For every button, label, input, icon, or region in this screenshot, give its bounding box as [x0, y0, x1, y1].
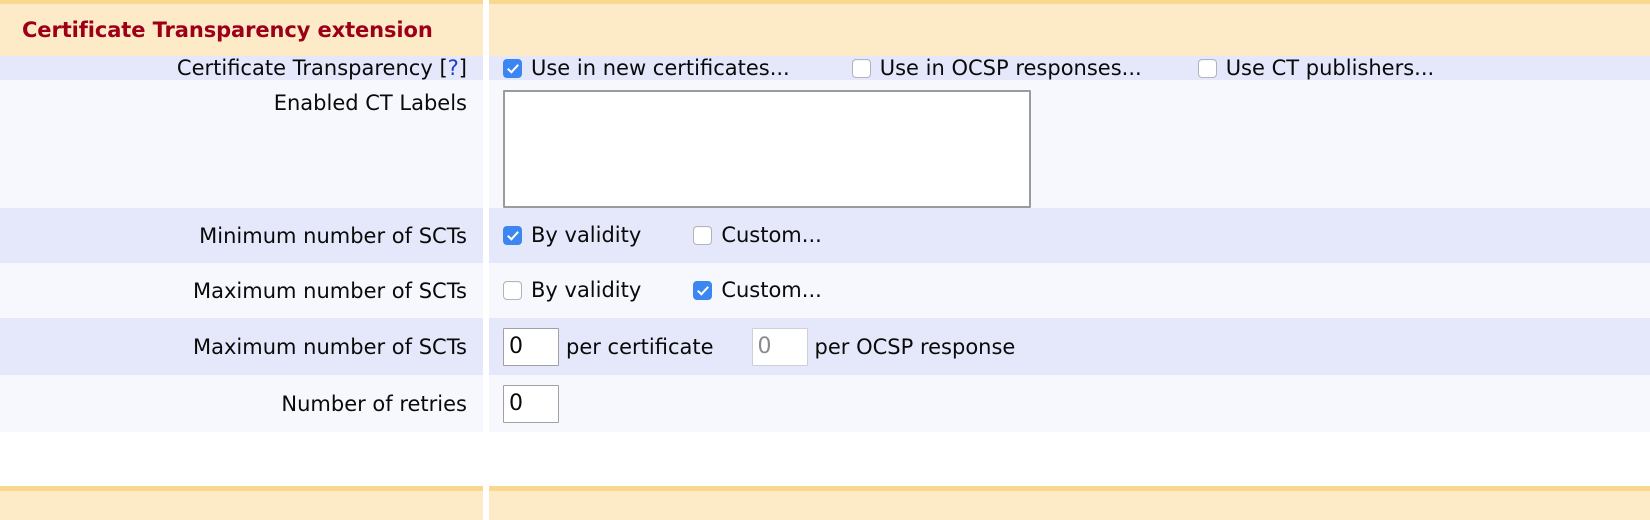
section-spacer — [0, 460, 1650, 486]
label-enabled-ct-labels: Enabled CT Labels — [274, 91, 467, 115]
row-maximum-number-of-scts-mode: Maximum number of SCTs By validity Custo… — [0, 263, 1650, 318]
label-enabled-ct-labels-cell: Enabled CT Labels — [0, 80, 483, 208]
section-header-row: Certificate Transparency extension — [0, 0, 1650, 56]
row-maximum-number-of-scts-values: Maximum number of SCTs per certificate p… — [0, 318, 1650, 375]
checkbox-use-ct-publishers[interactable]: Use CT publishers... — [1198, 58, 1434, 79]
row-certificate-transparency: Certificate Transparency [?] Use in new … — [0, 56, 1650, 80]
checkbox-label: Use in OCSP responses... — [880, 58, 1142, 79]
checkbox-max-scts-by-validity[interactable]: By validity — [503, 280, 641, 301]
field-number-of-retries — [489, 375, 1650, 432]
next-section-header-peek — [0, 486, 1650, 520]
checkbox-label: By validity — [531, 280, 641, 301]
checkbox-label: Use CT publishers... — [1226, 58, 1434, 79]
help-bracket-close: ] — [459, 56, 467, 80]
checkbox-unchecked-icon[interactable] — [1198, 59, 1217, 78]
field-certificate-transparency: Use in new certificates... Use in OCSP r… — [489, 56, 1650, 80]
checkbox-min-scts-by-validity[interactable]: By validity — [503, 225, 641, 246]
section-header-field-cell — [489, 0, 1650, 56]
help-bracket-open: [ — [439, 56, 447, 80]
label-certificate-transparency-cell: Certificate Transparency [?] — [0, 56, 483, 80]
checkbox-use-in-ocsp-responses[interactable]: Use in OCSP responses... — [852, 58, 1142, 79]
checkbox-use-in-new-certificates[interactable]: Use in new certificates... — [503, 58, 790, 79]
section-header-label-cell: Certificate Transparency extension — [0, 0, 483, 56]
checkbox-checked-icon[interactable] — [503, 226, 522, 245]
label-minimum-number-of-scts-cell: Minimum number of SCTs — [0, 208, 483, 263]
field-enabled-ct-labels — [489, 80, 1650, 208]
next-section-label-cell — [0, 486, 483, 520]
max-scts-mode-group: By validity Custom... — [503, 280, 1650, 301]
checkbox-unchecked-icon[interactable] — [503, 281, 522, 300]
checkbox-min-scts-custom[interactable]: Custom... — [693, 225, 821, 246]
field-maximum-number-of-scts-values: per certificate per OCSP response — [489, 318, 1650, 375]
help-question-icon[interactable]: ? — [448, 56, 459, 80]
max-scts-per-ocsp-response-input[interactable] — [752, 328, 808, 366]
label-number-of-retries: Number of retries — [281, 392, 467, 416]
checkbox-unchecked-icon[interactable] — [693, 226, 712, 245]
field-maximum-number-of-scts-mode: By validity Custom... — [489, 263, 1650, 318]
checkbox-unchecked-icon[interactable] — [852, 59, 871, 78]
ct-usage-checkbox-group: Use in new certificates... Use in OCSP r… — [503, 58, 1650, 79]
section-title: Certificate Transparency extension — [0, 18, 483, 42]
number-of-retries-input[interactable] — [503, 385, 559, 423]
row-number-of-retries: Number of retries — [0, 375, 1650, 432]
label-certificate-transparency: Certificate Transparency — [177, 56, 433, 80]
ct-extension-form: Certificate Transparency extension Certi… — [0, 0, 1650, 432]
help-link-certificate-transparency[interactable]: [?] — [433, 56, 467, 80]
checkbox-label: Custom... — [721, 225, 821, 246]
checkbox-label: Custom... — [721, 280, 821, 301]
checkbox-checked-icon[interactable] — [503, 59, 522, 78]
max-scts-per-certificate-input[interactable] — [503, 328, 559, 366]
checkbox-label: By validity — [531, 225, 641, 246]
certificate-transparency-settings-panel: Certificate Transparency extension Certi… — [0, 0, 1650, 520]
label-maximum-number-of-scts-cell: Maximum number of SCTs — [0, 263, 483, 318]
row-enabled-ct-labels: Enabled CT Labels — [0, 80, 1650, 208]
label-minimum-number-of-scts: Minimum number of SCTs — [199, 224, 467, 248]
max-scts-per-certificate-suffix: per certificate — [566, 335, 714, 359]
checkbox-max-scts-custom[interactable]: Custom... — [693, 280, 821, 301]
max-scts-per-ocsp-response-suffix: per OCSP response — [815, 335, 1016, 359]
max-scts-value-group: per certificate per OCSP response — [503, 328, 1650, 366]
checkbox-label: Use in new certificates... — [531, 58, 790, 79]
label-maximum-number-of-scts: Maximum number of SCTs — [193, 279, 467, 303]
row-minimum-number-of-scts: Minimum number of SCTs By validity Custo… — [0, 208, 1650, 263]
next-section-field-cell — [489, 486, 1650, 520]
label-maximum-number-of-scts-values-cell: Maximum number of SCTs — [0, 318, 483, 375]
checkbox-checked-icon[interactable] — [693, 281, 712, 300]
field-minimum-number-of-scts: By validity Custom... — [489, 208, 1650, 263]
label-maximum-number-of-scts-values: Maximum number of SCTs — [193, 335, 467, 359]
min-scts-mode-group: By validity Custom... — [503, 225, 1650, 246]
enabled-ct-labels-textarea[interactable] — [503, 90, 1031, 208]
label-number-of-retries-cell: Number of retries — [0, 375, 483, 432]
